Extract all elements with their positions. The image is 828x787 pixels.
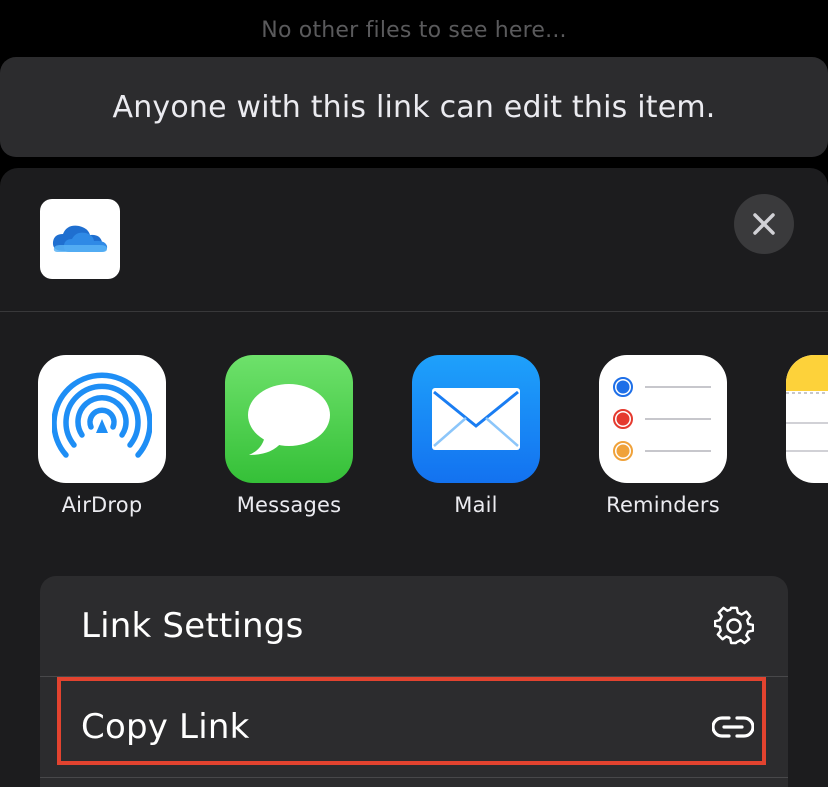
share-target-mail[interactable]: Mail: [396, 355, 556, 517]
messages-icon: [225, 355, 353, 483]
share-target-label: Reminders: [606, 493, 720, 517]
gear-icon: [714, 606, 754, 645]
link-icon: [712, 716, 754, 738]
onedrive-app-icon: [40, 199, 120, 279]
share-target-airdrop[interactable]: AirDrop: [22, 355, 182, 517]
share-actions-list: Link Settings Copy Link: [40, 576, 788, 787]
share-target-reminders[interactable]: Reminders: [583, 355, 743, 517]
row-divider: [40, 777, 788, 778]
sheet-divider: [0, 311, 828, 312]
share-target-label: Mail: [454, 493, 498, 517]
share-target-notes[interactable]: N: [770, 355, 828, 517]
link-permission-banner: Anyone with this link can edit this item…: [0, 57, 828, 157]
copy-link-label: Copy Link: [81, 707, 250, 747]
share-sheet: AirDrop Messages Mail Reminders Link Set…: [0, 168, 828, 787]
share-target-label: Messages: [236, 493, 342, 517]
banner-message: Anyone with this link can edit this item…: [112, 89, 716, 125]
empty-files-text: No other files to see here...: [261, 18, 567, 43]
share-target-label: N: [770, 493, 828, 517]
link-settings-row[interactable]: Link Settings: [40, 576, 788, 676]
share-target-label: AirDrop: [61, 493, 143, 517]
share-screen: No other files to see here... Anyone wit…: [0, 0, 828, 787]
share-target-messages[interactable]: Messages: [209, 355, 369, 517]
link-settings-label: Link Settings: [81, 606, 304, 646]
mail-icon: [412, 355, 540, 483]
copy-link-row[interactable]: Copy Link: [40, 677, 788, 777]
close-x-icon: [753, 213, 775, 235]
reminders-icon: [599, 355, 727, 483]
close-button[interactable]: [734, 194, 794, 254]
notes-icon: [786, 355, 828, 483]
airdrop-icon: [38, 355, 166, 483]
onedrive-cloud-icon: [52, 225, 108, 252]
